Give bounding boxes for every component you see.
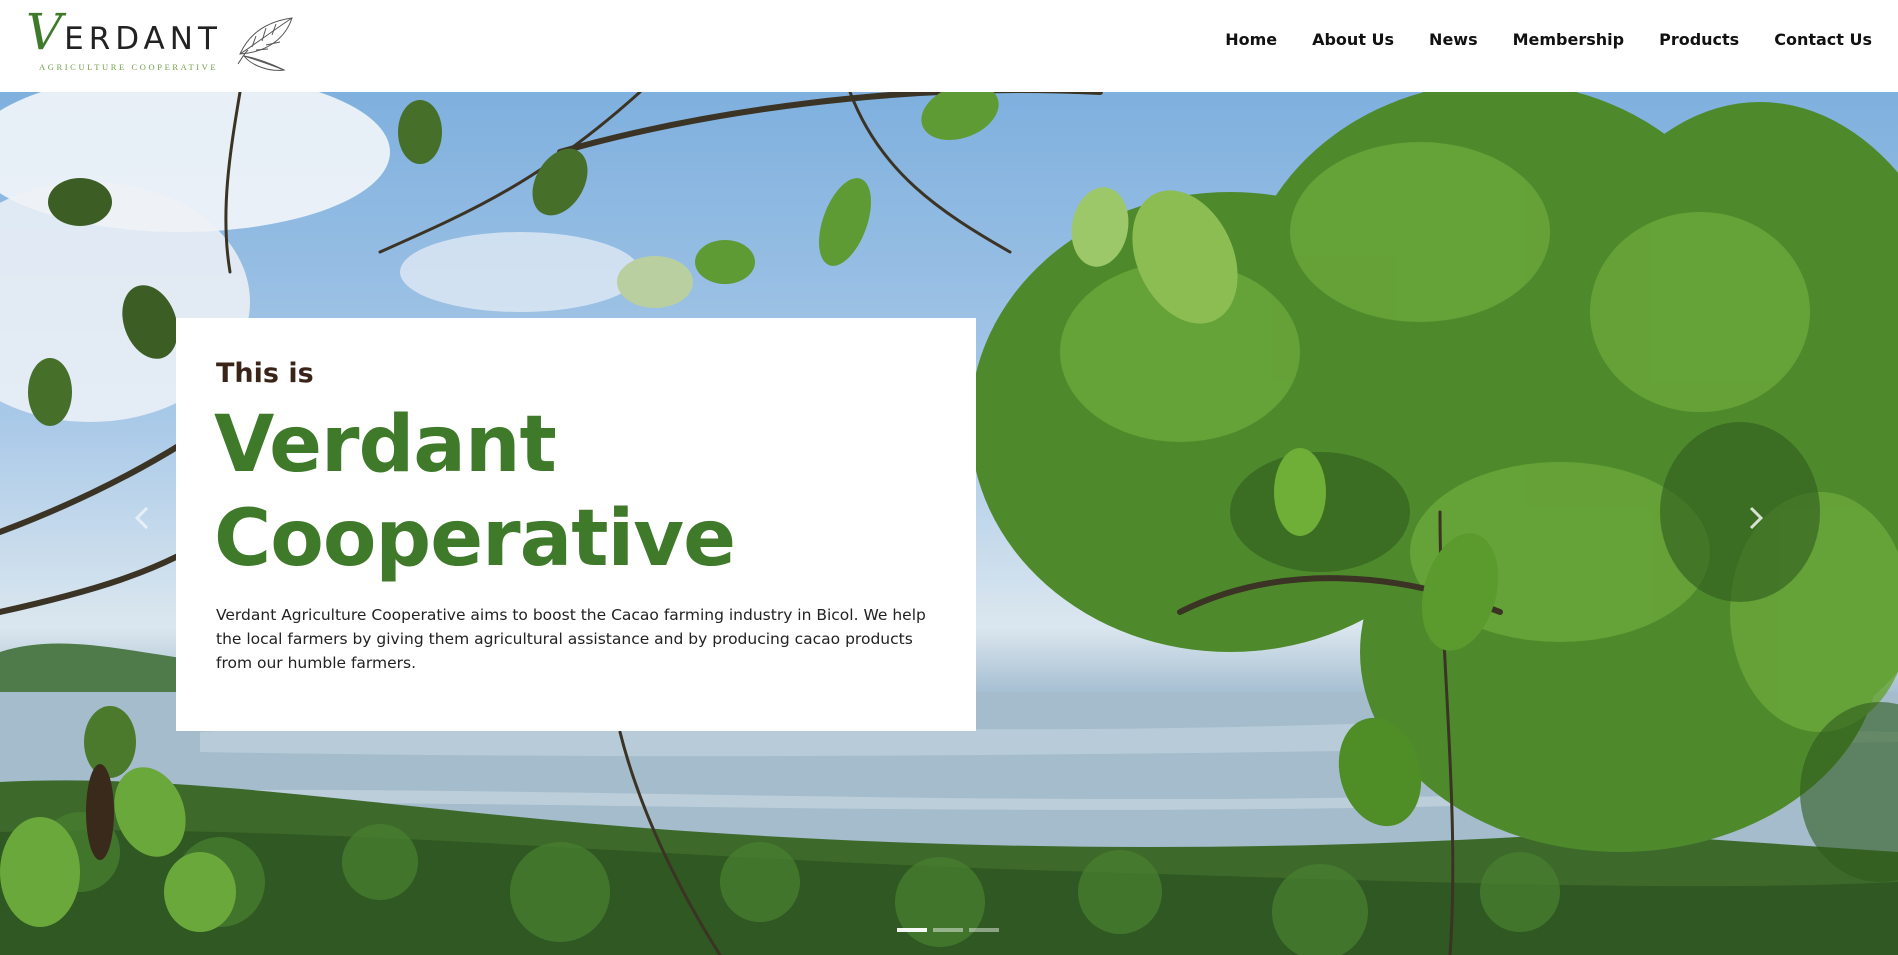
site-header: VERDANT AGRICULTURE COOPERATIVE Home Abo… [0,0,1898,92]
logo-wordmark: VERDANT [26,7,222,57]
chevron-right-icon [1749,506,1763,530]
brand-logo[interactable]: VERDANT AGRICULTURE COOPERATIVE [26,7,296,74]
main-nav: Home About Us News Membership Products C… [1225,30,1872,49]
logo-initial: V [26,3,63,61]
chevron-left-icon [135,506,149,530]
leaf-icon [237,17,293,71]
hero-card: This is Verdant Cooperative Verdant Agri… [176,318,976,731]
nav-news[interactable]: News [1429,30,1478,49]
carousel-indicator-1[interactable] [897,928,927,932]
carousel-indicators [897,928,999,932]
carousel-next-button[interactable] [1741,498,1771,538]
hero-title: Verdant Cooperative [214,398,934,586]
carousel-indicator-2[interactable] [933,928,963,932]
logo-wordmark-rest: ERDANT [64,21,222,57]
nav-about-us[interactable]: About Us [1312,30,1394,49]
carousel-indicator-3[interactable] [969,928,999,932]
hero-description: Verdant Agriculture Cooperative aims to … [216,606,926,672]
nav-contact-us[interactable]: Contact Us [1774,30,1872,49]
nav-membership[interactable]: Membership [1513,30,1625,49]
hero-title-line-1: Verdant [214,400,557,490]
logo-tagline: AGRICULTURE COOPERATIVE [39,62,219,72]
hero-eyebrow: This is [216,358,314,389]
carousel-prev-button[interactable] [127,498,157,538]
hero-title-line-2: Cooperative [214,494,736,584]
nav-home[interactable]: Home [1225,30,1277,49]
hero-carousel: This is Verdant Cooperative Verdant Agri… [0,92,1898,955]
nav-products[interactable]: Products [1659,30,1739,49]
